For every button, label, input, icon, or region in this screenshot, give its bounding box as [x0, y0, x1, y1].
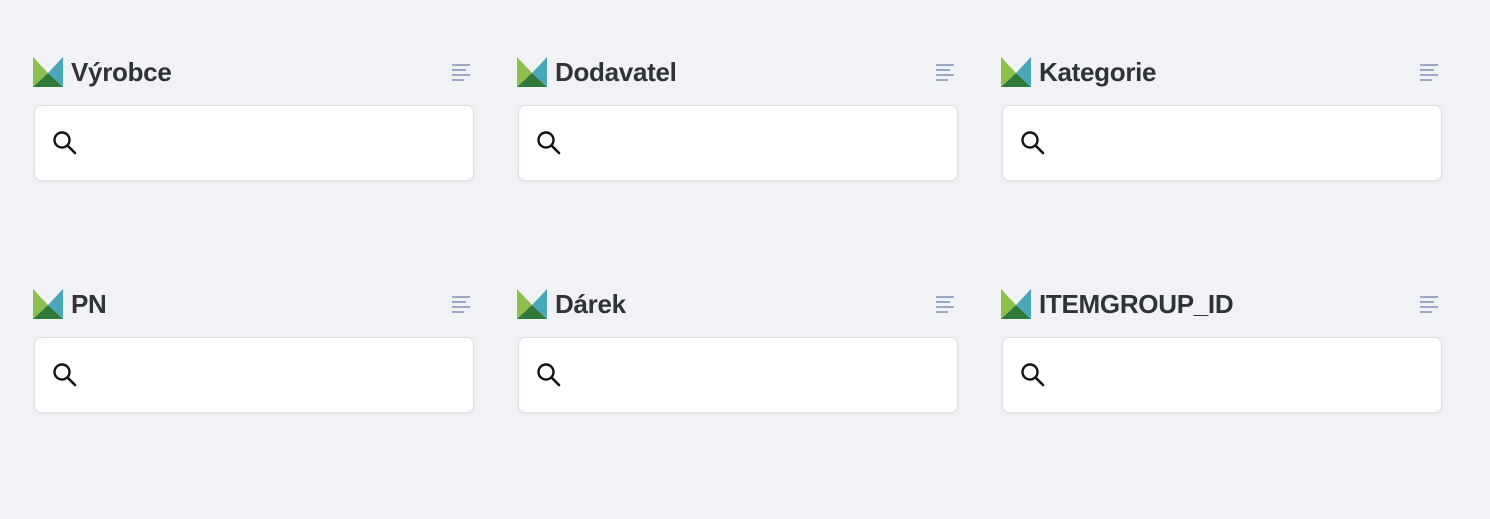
filter-card-kategorie: Kategorie	[1001, 55, 1444, 287]
search-box[interactable]	[34, 337, 474, 413]
search-box[interactable]	[518, 337, 958, 413]
search-icon	[537, 131, 561, 155]
filter-header: ITEMGROUP_ID	[1001, 287, 1438, 321]
filter-header: Kategorie	[1001, 55, 1438, 89]
search-icon	[53, 363, 77, 387]
search-input[interactable]	[1054, 344, 1429, 406]
filter-header: Výrobce	[33, 55, 470, 89]
search-box[interactable]	[34, 105, 474, 181]
search-input[interactable]	[1054, 112, 1429, 174]
search-icon	[53, 131, 77, 155]
filter-card-darek: Dárek	[517, 287, 960, 519]
search-icon	[1021, 363, 1045, 387]
filter-title: Kategorie	[1039, 56, 1157, 87]
filter-logo-icon	[517, 289, 547, 319]
search-input[interactable]	[86, 344, 461, 406]
search-icon	[1021, 131, 1045, 155]
search-icon	[537, 363, 561, 387]
sort-lines-icon[interactable]	[936, 63, 954, 81]
filter-card-pn: PN	[33, 287, 476, 519]
filter-title: PN	[71, 288, 107, 319]
sort-lines-icon[interactable]	[1420, 295, 1438, 313]
filter-title: Dárek	[555, 288, 626, 319]
filter-header: Dárek	[517, 287, 954, 321]
filter-header: PN	[33, 287, 470, 321]
filter-logo-icon	[33, 57, 63, 87]
sort-lines-icon[interactable]	[452, 63, 470, 81]
search-box[interactable]	[518, 105, 958, 181]
sort-lines-icon[interactable]	[936, 295, 954, 313]
search-input[interactable]	[570, 344, 945, 406]
filter-header: Dodavatel	[517, 55, 954, 89]
search-input[interactable]	[570, 112, 945, 174]
filter-card-vyrobce: Výrobce	[33, 55, 476, 287]
filter-logo-icon	[1001, 57, 1031, 87]
filter-title: ITEMGROUP_ID	[1039, 288, 1234, 319]
search-box[interactable]	[1002, 105, 1442, 181]
filter-title: Výrobce	[71, 56, 172, 87]
filter-grid: Výrobce Dodavatel Kategorie PN Dárek ITE…	[33, 55, 1444, 519]
sort-lines-icon[interactable]	[452, 295, 470, 313]
sort-lines-icon[interactable]	[1420, 63, 1438, 81]
filter-card-itemgroup-id: ITEMGROUP_ID	[1001, 287, 1444, 519]
filter-logo-icon	[1001, 289, 1031, 319]
search-box[interactable]	[1002, 337, 1442, 413]
filter-card-dodavatel: Dodavatel	[517, 55, 960, 287]
filter-title: Dodavatel	[555, 56, 677, 87]
filter-logo-icon	[517, 57, 547, 87]
filter-logo-icon	[33, 289, 63, 319]
search-input[interactable]	[86, 112, 461, 174]
